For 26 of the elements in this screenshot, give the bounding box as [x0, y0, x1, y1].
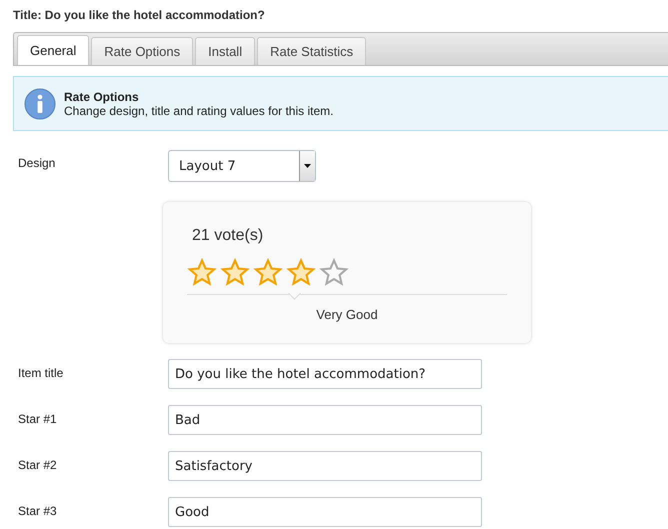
- vote-count: 21 vote(s): [192, 227, 264, 245]
- text-field[interactable]: Bad: [168, 405, 482, 435]
- star-icon[interactable]: [220, 258, 250, 286]
- tab[interactable]: Install: [195, 37, 256, 65]
- field-label: Design: [18, 156, 56, 170]
- info-icon: [24, 88, 56, 120]
- field-label: Star #2: [18, 458, 58, 472]
- design-dropdown[interactable]: Layout 7: [168, 150, 316, 182]
- page-title: Title: Do you like the hotel accommodation?: [12, 7, 266, 24]
- field-label: Star #1: [18, 412, 58, 426]
- rating-caption: Very Good: [315, 307, 379, 322]
- star-icon[interactable]: [253, 258, 283, 286]
- star-icon[interactable]: [286, 258, 316, 286]
- text-field[interactable]: Satisfactory: [168, 451, 482, 481]
- caret-icon: [304, 164, 311, 168]
- tab[interactable]: Rate Statistics: [257, 37, 366, 65]
- star-icon[interactable]: [187, 258, 217, 286]
- field-label: Star #3: [18, 504, 58, 518]
- field-label: Item title: [18, 366, 64, 380]
- tab[interactable]: Rate Options: [91, 37, 194, 65]
- tab[interactable]: General: [17, 35, 90, 65]
- text-field[interactable]: Do you like the hotel accommodation?: [168, 359, 482, 389]
- star-icon[interactable]: [319, 258, 349, 286]
- info-heading: Rate Options: [64, 90, 140, 104]
- info-text: Change design, title and rating values for this item.: [64, 104, 334, 118]
- text-field[interactable]: Good: [168, 497, 482, 527]
